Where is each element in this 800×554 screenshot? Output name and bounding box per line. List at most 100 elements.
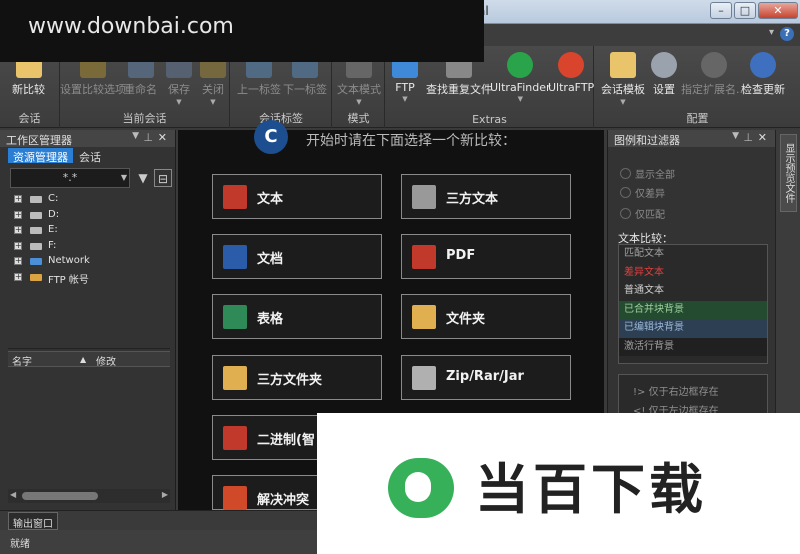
panel-header: 图例和过滤器 ▼ ⊥ ✕ [608,130,775,147]
binary-icon [223,426,247,450]
close-icon[interactable]: ✕ [158,131,167,144]
legend-row: 差异文本 [619,263,767,282]
chevron-down-icon[interactable]: ▼ [132,131,139,141]
git-merge-icon [223,486,247,510]
compare-options-label: 设置比较选项 [60,83,126,96]
button-label: 二进制(智 [257,433,315,448]
tree-item-network[interactable]: + Network [10,254,170,270]
expand-icon[interactable]: + [14,241,22,250]
new-table-compare-button[interactable]: 表格 [212,294,382,339]
expand-icon[interactable]: + [14,195,22,203]
file-tree: + C: + D: + E: + F: + Network + FTP 帐号 [10,192,170,286]
tree-item-c[interactable]: + C: [10,192,170,208]
gear-icon [651,52,677,78]
maximize-button[interactable]: □ [734,2,756,19]
new-text-compare-button[interactable]: 文本 [212,174,382,219]
app-window: al – □ ✕ www.downbai.com ▾ ? 新比较 会话 设置比较… [0,0,800,554]
drive-icon [30,196,42,203]
pin-icon[interactable]: ⊥ [743,131,753,144]
rule-item: !> 仅于右边框存在 [633,387,719,398]
button-label: 文件夹 [446,312,486,327]
new-folder-compare-button[interactable]: 文件夹 [401,294,571,339]
extensions-label: 指定扩展名... [681,83,747,96]
radio-show-all[interactable]: 显示全部 [620,166,675,181]
three-way-text-icon [412,185,436,209]
pdf-icon [412,245,436,269]
text-mode-label: 文本模式 [337,83,381,96]
watermark-text: www.downbai.com [28,14,234,39]
settings-label: 设置 [653,83,675,96]
status-text: 就绪 [10,539,30,550]
ultraftp-icon [558,52,585,78]
column-modified[interactable]: 修改 [96,353,116,368]
folder-icon [412,305,436,329]
button-label: PDF [446,248,476,263]
scroll-thumb[interactable] [22,492,98,500]
panel-header: 工作区管理器 ▼ ⊥ ✕ [0,130,175,147]
chevron-down-icon: ▼ [210,98,216,106]
tab-sessions[interactable]: 会话 [74,148,106,164]
filter-select[interactable]: *.* ▼ [10,168,130,188]
ultraftp-button[interactable]: UltraFTP [548,52,594,94]
new-document-compare-button[interactable]: 文档 [212,234,382,279]
new-three-way-text-button[interactable]: 三方文本 [401,174,571,219]
filter-icon[interactable]: ▼ [134,169,152,187]
ftp-label: FTP [395,81,415,94]
check-update-button[interactable]: 检查更新 [741,52,785,97]
close-window-button[interactable]: ✕ [758,2,798,19]
expand-icon[interactable]: + [14,272,22,281]
pin-icon[interactable]: ⊥ [143,131,153,144]
preview-file-tab[interactable]: 显示预览文件 [780,134,797,212]
help-icon[interactable]: ? [780,27,794,41]
drive-icon [30,227,42,234]
column-name[interactable]: 名字 [12,353,32,368]
tree-item-ftp[interactable]: + FTP 帐号 [10,270,170,286]
expand-icon[interactable]: + [14,226,22,234]
chevron-down-icon[interactable]: ▼ [732,131,739,141]
button-label: 三方文件夹 [257,373,323,388]
drive-icon [30,211,42,219]
settings-button[interactable]: 设置 [651,52,677,97]
ultrafinder-label: UltraFinder [490,81,551,94]
expand-icon[interactable]: + [14,210,22,219]
tab-output-window[interactable]: 输出窗口 [8,512,58,530]
chevron-down-icon: ▼ [356,98,362,106]
new-three-way-folder-button[interactable]: 三方文件夹 [212,355,382,400]
ftp-folder-icon [30,273,42,281]
splitter[interactable] [8,348,170,349]
tree-item-e[interactable]: + E: [10,223,170,239]
scroll-left-icon[interactable]: ◀ [10,490,16,499]
panel-tabs: 资源管理器 会话 [0,147,175,164]
button-label: 表格 [257,312,284,327]
tab-explorer[interactable]: 资源管理器 [8,148,73,164]
new-compare-label: 新比较 [12,83,45,96]
chevron-down-icon: ▼ [176,98,182,106]
horizontal-scrollbar[interactable]: ◀ ▶ [8,489,170,503]
new-pdf-compare-button[interactable]: PDF [401,234,571,279]
radio-match-only[interactable]: 仅匹配 [620,206,665,221]
close-icon[interactable]: ✕ [758,131,767,144]
radio-diff-only[interactable]: 仅差异 [620,185,665,200]
start-hint: 开始时请在下面选择一个新比较： [306,133,516,149]
next-tab-label: 下一标签 [283,83,327,96]
panel-title: 图例和过滤器 [614,134,680,147]
ultraftp-label: UltraFTP [548,81,595,94]
close-session-label: 关闭 [202,83,224,96]
minimize-button[interactable]: – [710,2,732,19]
scroll-right-icon[interactable]: ▶ [162,490,168,499]
extensions-button[interactable]: 指定扩展名... [681,52,747,97]
tree-item-f[interactable]: + F: [10,239,170,255]
brand-overlay: 当百下载 [317,413,800,554]
text-file-icon [223,185,247,209]
ribbon-collapse-icon[interactable]: ▾ [769,27,774,38]
legend-row: 匹配文本 [619,245,767,264]
tree-label: F: [48,239,57,251]
legend-row: 已编辑块背景 [619,319,767,338]
expand-icon[interactable]: + [14,257,22,265]
new-archive-compare-button[interactable]: Zip/Rar/Jar [401,355,571,400]
session-template-button[interactable]: 会话模板 ▼ [601,52,645,106]
filter-options-icon[interactable]: ⊟ [154,169,172,187]
ultrafinder-button[interactable]: UltraFinder ▼ [490,52,551,103]
sort-icon: ▲ [80,355,87,364]
tree-item-d[interactable]: + D: [10,208,170,224]
